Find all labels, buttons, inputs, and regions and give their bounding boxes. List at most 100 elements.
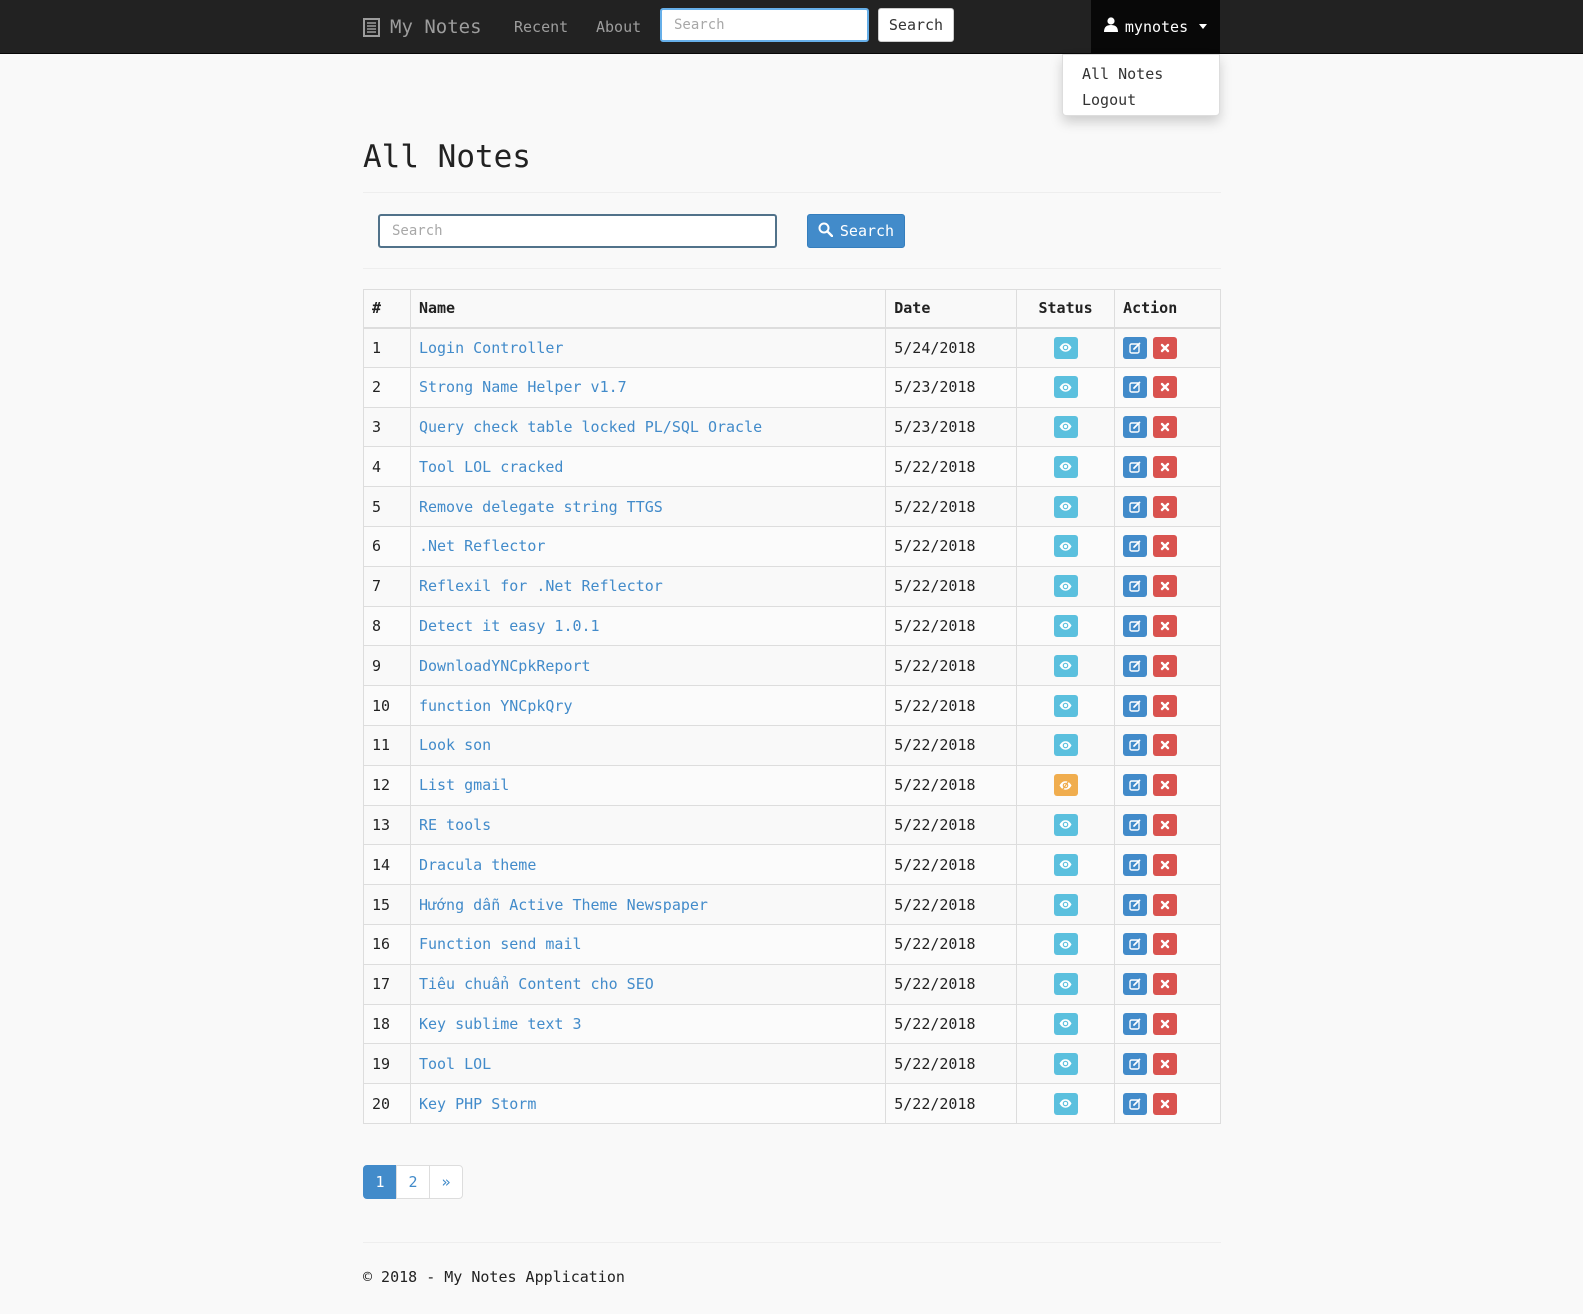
eye-slash-icon[interactable] — [1053, 774, 1078, 797]
delete-icon[interactable] — [1153, 495, 1178, 518]
eye-icon[interactable] — [1053, 1092, 1078, 1115]
delete-icon[interactable] — [1153, 336, 1178, 359]
edit-icon[interactable] — [1123, 575, 1148, 598]
note-name-link[interactable]: Tiêu chuẩn Content cho SEO — [419, 975, 654, 993]
delete-icon[interactable] — [1153, 1092, 1178, 1115]
delete-icon[interactable] — [1153, 694, 1178, 717]
note-name-link[interactable]: Query check table locked PL/SQL Oracle — [419, 418, 762, 436]
user-menu-toggle[interactable]: mynotes — [1091, 0, 1220, 53]
delete-icon[interactable] — [1153, 973, 1178, 996]
note-name-link[interactable]: Reflexil for .Net Reflector — [419, 577, 663, 595]
eye-icon[interactable] — [1053, 853, 1078, 876]
eye-icon[interactable] — [1053, 575, 1078, 598]
eye-icon[interactable] — [1053, 1052, 1078, 1075]
note-name-link[interactable]: Function send mail — [419, 935, 582, 953]
edit-icon[interactable] — [1123, 614, 1148, 637]
edit-icon[interactable] — [1123, 734, 1148, 757]
eye-icon[interactable] — [1053, 614, 1078, 637]
note-name-link[interactable]: Key PHP Storm — [419, 1095, 536, 1113]
eye-icon[interactable] — [1053, 455, 1078, 478]
eye-icon[interactable] — [1053, 495, 1078, 518]
notes-search-input[interactable] — [378, 214, 777, 248]
delete-icon[interactable] — [1153, 614, 1178, 637]
username-label: mynotes — [1124, 17, 1189, 36]
edit-icon[interactable] — [1123, 1052, 1148, 1075]
edit-icon[interactable] — [1123, 455, 1148, 478]
delete-icon[interactable] — [1153, 774, 1178, 797]
edit-icon[interactable] — [1123, 1092, 1148, 1115]
eye-icon[interactable] — [1053, 654, 1078, 677]
edit-icon[interactable] — [1123, 376, 1148, 399]
note-name-link[interactable]: DownloadYNCpkReport — [419, 657, 591, 675]
eye-icon[interactable] — [1053, 535, 1078, 558]
edit-icon[interactable] — [1123, 893, 1148, 916]
row-number: 16 — [363, 923, 411, 965]
note-name-link[interactable]: Hướng dẫn Active Theme Newspaper — [419, 896, 708, 914]
note-name-link[interactable]: function YNCpkQry — [419, 697, 573, 715]
eye-icon[interactable] — [1053, 415, 1078, 438]
edit-icon[interactable] — [1123, 973, 1148, 996]
edit-icon[interactable] — [1123, 535, 1148, 558]
note-name-link[interactable]: Strong Name Helper v1.7 — [419, 378, 627, 396]
eye-icon[interactable] — [1053, 1012, 1078, 1035]
note-name-link[interactable]: Tool LOL cracked — [419, 458, 564, 476]
delete-icon[interactable] — [1153, 654, 1178, 677]
eye-icon[interactable] — [1053, 376, 1078, 399]
edit-icon[interactable] — [1123, 933, 1148, 956]
note-name-link[interactable]: Login Controller — [419, 339, 564, 357]
notes-search-button[interactable]: Search — [807, 214, 905, 248]
next-page-button[interactable]: » — [429, 1165, 463, 1199]
delete-icon[interactable] — [1153, 455, 1178, 478]
eye-icon[interactable] — [1053, 694, 1078, 717]
edit-icon[interactable] — [1123, 853, 1148, 876]
delete-icon[interactable] — [1153, 813, 1178, 836]
note-name-link[interactable]: Tool LOL — [419, 1055, 491, 1073]
brand-link[interactable]: My Notes — [363, 15, 482, 39]
delete-icon[interactable] — [1153, 893, 1178, 916]
navbar-search-input[interactable] — [660, 8, 869, 42]
eye-icon[interactable] — [1053, 933, 1078, 956]
delete-icon[interactable] — [1153, 1012, 1178, 1035]
table-row: 18 Key sublime text 3 5/22/2018 — [363, 1003, 1221, 1045]
edit-icon[interactable] — [1123, 495, 1148, 518]
note-name-link[interactable]: Remove delegate string TTGS — [419, 498, 663, 516]
delete-icon[interactable] — [1153, 734, 1178, 757]
note-name-link[interactable]: List gmail — [419, 776, 509, 794]
row-number: 17 — [363, 963, 411, 1005]
edit-icon[interactable] — [1123, 415, 1148, 438]
delete-icon[interactable] — [1153, 853, 1178, 876]
note-name-link[interactable]: RE tools — [419, 816, 491, 834]
note-name-link[interactable]: .Net Reflector — [419, 537, 545, 555]
navbar-search-button[interactable]: Search — [878, 8, 954, 42]
eye-icon[interactable] — [1053, 734, 1078, 757]
edit-icon[interactable] — [1123, 654, 1148, 677]
delete-icon[interactable] — [1153, 1052, 1178, 1075]
delete-icon[interactable] — [1153, 376, 1178, 399]
edit-icon[interactable] — [1123, 336, 1148, 359]
table-row: 6 .Net Reflector 5/22/2018 — [363, 525, 1221, 567]
edit-icon[interactable] — [1123, 1012, 1148, 1035]
eye-icon[interactable] — [1053, 973, 1078, 996]
note-name-link[interactable]: Key sublime text 3 — [419, 1015, 582, 1033]
page-1-button[interactable]: 1 — [363, 1165, 397, 1199]
nav-link-about[interactable]: About — [596, 18, 641, 36]
dropdown-item-logout[interactable]: Logout — [1082, 91, 1136, 109]
eye-icon[interactable] — [1053, 813, 1078, 836]
edit-icon[interactable] — [1123, 813, 1148, 836]
row-number: 10 — [363, 685, 411, 726]
delete-icon[interactable] — [1153, 415, 1178, 438]
note-name-link[interactable]: Dracula theme — [419, 856, 536, 874]
nav-link-recent[interactable]: Recent — [514, 18, 568, 36]
delete-icon[interactable] — [1153, 575, 1178, 598]
eye-icon[interactable] — [1053, 893, 1078, 916]
page-2-button[interactable]: 2 — [396, 1165, 430, 1199]
delete-icon[interactable] — [1153, 933, 1178, 956]
edit-icon[interactable] — [1123, 774, 1148, 797]
note-name-link[interactable]: Look son — [419, 736, 491, 754]
table-row: 9 DownloadYNCpkReport 5/22/2018 — [363, 645, 1221, 687]
dropdown-item-all-notes[interactable]: All Notes — [1082, 65, 1163, 83]
eye-icon[interactable] — [1053, 336, 1078, 359]
edit-icon[interactable] — [1123, 694, 1148, 717]
note-name-link[interactable]: Detect it easy 1.0.1 — [419, 617, 600, 635]
delete-icon[interactable] — [1153, 535, 1178, 558]
